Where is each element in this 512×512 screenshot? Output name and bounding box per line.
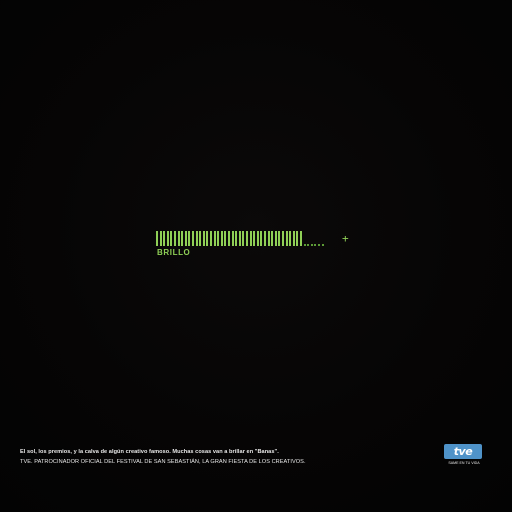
brightness-segment-filled (195, 231, 198, 246)
brightness-segment-filled (285, 231, 288, 246)
brightness-segment-filled (246, 231, 248, 246)
ad-copy: El sol, los premios, y la calva de algún… (20, 448, 440, 467)
brightness-segment-filled (188, 231, 191, 246)
ad-copy-line-2: TVE. Patrocinador oficial del Festival d… (20, 459, 306, 465)
brightness-segment-filled (267, 231, 270, 246)
brightness-osd: + BRILLO (156, 231, 356, 261)
brightness-segment-filled (156, 231, 158, 246)
brightness-segment-empty (307, 244, 310, 246)
brightness-segment-filled (249, 231, 252, 246)
brightness-segment-filled (163, 231, 166, 246)
brightness-segment-filled (210, 231, 212, 246)
brightness-segment-filled (238, 231, 241, 246)
brightness-segment-filled (202, 231, 205, 246)
brightness-segment-filled (213, 231, 216, 246)
ad-copy-line-1: El sol, los premios, y la calva de algún… (20, 449, 279, 455)
brightness-segment-filled (282, 231, 284, 246)
brightness-level-bar (156, 231, 328, 247)
brightness-segment-empty (314, 244, 317, 246)
brightness-segment-filled (199, 231, 202, 246)
brightness-label: BRILLO (157, 248, 191, 257)
brightness-segment-empty (310, 244, 313, 246)
brightness-segment-filled (217, 231, 220, 246)
brightness-segment-filled (256, 231, 259, 246)
brightness-segment-filled (174, 231, 176, 246)
brightness-segment-filled (184, 231, 187, 246)
brightness-segment-filled (278, 231, 281, 246)
tv-screen: + BRILLO El sol, los premios, y la calva… (0, 0, 512, 512)
brightness-segment-filled (220, 231, 223, 246)
brightness-segment-filled (264, 231, 266, 246)
brightness-segment-filled (296, 231, 299, 246)
brightness-segment-filled (231, 231, 234, 246)
brightness-segment-filled (166, 231, 169, 246)
brightness-segment-filled (260, 231, 263, 246)
brightness-segment-filled (253, 231, 256, 246)
brightness-segment-empty (318, 244, 320, 246)
brightness-segment-filled (177, 231, 180, 246)
brightness-segment-filled (228, 231, 230, 246)
brightness-segment-filled (271, 231, 274, 246)
brightness-segment-filled (224, 231, 227, 246)
brightness-segment-empty (321, 244, 324, 246)
brightness-segment-filled (289, 231, 292, 246)
brightness-segment-filled (292, 231, 295, 246)
brightness-segment-filled (242, 231, 245, 246)
brightness-segment-filled (181, 231, 184, 246)
brightness-segment-filled (192, 231, 194, 246)
brightness-segment-filled (300, 231, 302, 246)
tve-logo: tve SAME EN TU VIDA (444, 444, 484, 469)
tve-logo-icon: tve (444, 444, 482, 459)
brightness-segment-filled (274, 231, 277, 246)
tve-logo-tagline: SAME EN TU VIDA (448, 461, 480, 465)
brightness-segment-filled (206, 231, 209, 246)
brightness-segment-filled (159, 231, 162, 246)
brightness-segment-empty (303, 244, 306, 246)
plus-icon: + (342, 232, 349, 245)
brightness-segment-filled (170, 231, 173, 246)
brightness-segment-filled (235, 231, 238, 246)
